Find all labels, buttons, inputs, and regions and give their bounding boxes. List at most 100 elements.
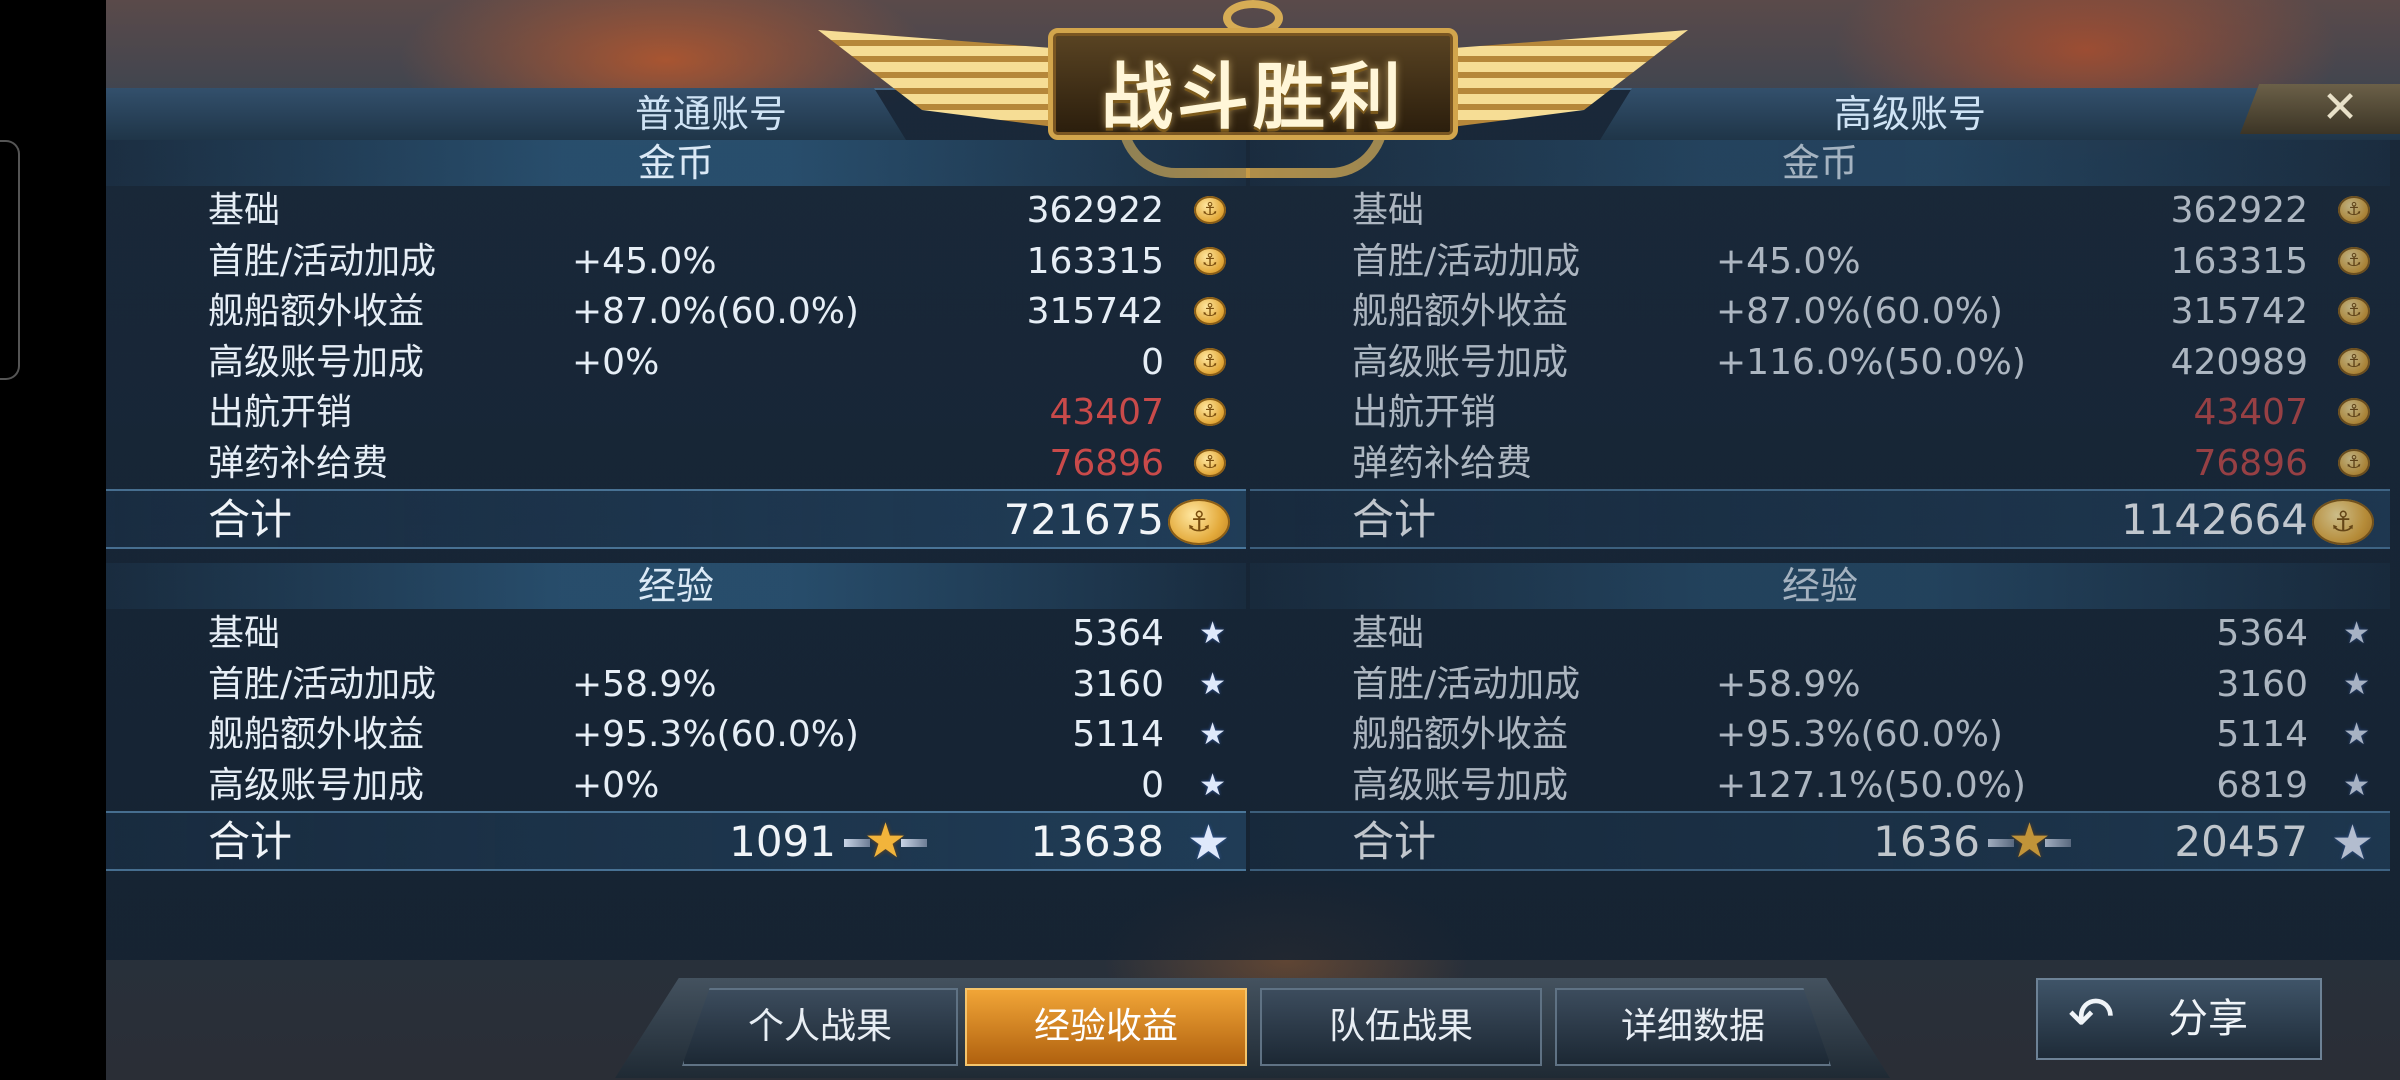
exp-row-label: 基础 [1352, 613, 1425, 654]
tab-experience-earnings[interactable]: 经验收益 [965, 988, 1247, 1066]
gold-row-label: 舰船额外收益 [208, 291, 425, 332]
exp-total-row: 合计 1091 ★ 13638 ★ [106, 811, 1246, 871]
gold-row-value: 43407 [2193, 392, 2308, 433]
exp-row-bonus: +95.3%(60.0%) [1716, 714, 2003, 755]
exp-total-row: 合计 1636 ★ 20457 ★ [1250, 811, 2390, 871]
exp-row-label: 高级账号加成 [1352, 764, 1569, 806]
back-arrow-icon: ↶ [2068, 985, 2115, 1050]
exp-total-medal-value: 1091 [729, 817, 836, 866]
exp-section-header: 经验 [106, 563, 1246, 609]
gold-row: 首胜/活动加成 +45.0% 163315 ⚓ [1250, 237, 2390, 288]
star-icon: ★ [1186, 815, 1230, 871]
gold-row-bonus: +45.0% [1716, 240, 1861, 282]
gold-row-label: 弹药补给费 [208, 442, 389, 484]
tab-personal-results[interactable]: 个人战果 [682, 988, 958, 1066]
gold-section-header: 金币 [106, 140, 1246, 186]
exp-row: 高级账号加成 +0% 0 ★ [106, 761, 1246, 812]
gold-rows: 基础 362922 ⚓ 首胜/活动加成 +45.0% 163315 ⚓ 舰船额外收益 +87.0… [1250, 186, 2390, 489]
premium-account-title: 高级账号 [1833, 92, 1986, 136]
gold-row-value: 163315 [2170, 240, 2308, 282]
gold-row: 弹药补给费 76896 ⚓ [1250, 439, 2390, 490]
gold-rows: 基础 362922 ⚓ 首胜/活动加成 +45.0% 163315 ⚓ 舰船额外收益 +87.0… [106, 186, 1246, 489]
share-label: 分享 [2168, 996, 2248, 1042]
gold-row: 出航开销 43407 ⚓ [1250, 388, 2390, 439]
star-icon: ★ [2343, 616, 2370, 651]
gold-row-value: 76896 [1049, 442, 1164, 484]
star-icon: ★ [1199, 666, 1226, 702]
exp-row: 舰船额外收益 +95.3%(60.0%) 5114 ★ [106, 710, 1246, 761]
victory-title: 战斗胜利 [1100, 55, 1405, 139]
exp-row-bonus: +58.9% [572, 663, 717, 705]
exp-total-medal-value: 1636 [1873, 817, 1980, 866]
normal-account-column: 金币 基础 362922 ⚓ 首胜/活动加成 +45.0% 163315 ⚓ 舰船额外收益 +87… [106, 140, 1246, 871]
gold-row-label: 出航开销 [1352, 392, 1497, 433]
close-icon: ✕ [2321, 82, 2359, 133]
anchor-coin-icon: ⚓ [1194, 347, 1226, 376]
exp-row-value: 3160 [2216, 663, 2308, 705]
gold-row-value: 362922 [2170, 190, 2308, 231]
tab-team-results[interactable]: 队伍战果 [1260, 988, 1542, 1066]
gold-row: 首胜/活动加成 +45.0% 163315 ⚓ [106, 237, 1246, 288]
gold-row-label: 舰船额外收益 [1352, 291, 1569, 332]
exp-row-value: 5364 [1072, 613, 1164, 654]
gold-row-label: 基础 [1352, 190, 1425, 231]
emblem-left-wing [818, 30, 1078, 130]
anchor-coin-icon: ⚓ [1194, 448, 1226, 477]
share-button[interactable]: ↶ 分享 [2036, 978, 2322, 1060]
exp-row: 舰船额外收益 +95.3%(60.0%) 5114 ★ [1250, 710, 2390, 761]
gold-row-value: 163315 [1026, 240, 1164, 282]
gold-row-value: 420989 [2170, 341, 2308, 383]
gold-row-label: 首胜/活动加成 [208, 240, 437, 282]
gold-row-value: 362922 [1026, 190, 1164, 231]
exp-section-header: 经验 [1250, 563, 2390, 609]
gold-row-label: 高级账号加成 [208, 341, 425, 383]
star-icon: ★ [2343, 767, 2370, 803]
gold-row-label: 出航开销 [208, 392, 353, 433]
exp-row-label: 首胜/活动加成 [208, 663, 437, 705]
anchor-coin-icon: ⚓ [1194, 398, 1226, 426]
gold-row: 基础 362922 ⚓ [106, 186, 1246, 237]
gold-row-bonus: +116.0%(50.0%) [1716, 341, 2026, 383]
exp-row-bonus: +127.1%(50.0%) [1716, 764, 2026, 806]
star-icon: ★ [1199, 616, 1226, 651]
anchor-coin-icon: ⚓ [1194, 196, 1226, 224]
exp-total-label: 合计 [1352, 817, 1437, 866]
exp-total-label: 合计 [208, 817, 293, 866]
exp-row: 基础 5364 ★ [106, 609, 1246, 660]
normal-account-header: 普通账号 [106, 88, 906, 140]
exp-rows: 基础 5364 ★ 首胜/活动加成 +58.9% 3160 ★ 舰船额外收益 +95.3%(60… [106, 609, 1246, 811]
exp-total-value: 13638 [1030, 817, 1164, 866]
device-edge [0, 140, 20, 380]
gold-row: 舰船额外收益 +87.0%(60.0%) 315742 ⚓ [1250, 287, 2390, 338]
exp-row-bonus: +0% [572, 764, 660, 806]
exp-row-label: 基础 [208, 613, 281, 654]
gold-total-label: 合计 [208, 495, 293, 544]
gold-row-label: 弹药补给费 [1352, 442, 1533, 484]
star-icon: ★ [2343, 666, 2370, 702]
gold-total-label: 合计 [1352, 495, 1437, 544]
anchor-coin-icon: ⚓ [2338, 347, 2370, 376]
gold-row-bonus: +87.0%(60.0%) [572, 291, 859, 332]
gold-row-bonus: +0% [572, 341, 660, 383]
gold-row-label: 基础 [208, 190, 281, 231]
exp-row-value: 3160 [1072, 663, 1164, 705]
anchor-coin-icon: ⚓ [1194, 297, 1226, 325]
gold-row: 基础 362922 ⚓ [1250, 186, 2390, 237]
gold-total-row: 合计 1142664 ⚓ [1250, 489, 2390, 549]
exp-total-value: 20457 [2174, 817, 2308, 866]
anchor-coin-icon: ⚓ [1194, 246, 1226, 275]
normal-account-title: 普通账号 [634, 92, 787, 136]
gold-row: 出航开销 43407 ⚓ [106, 388, 1246, 439]
anchor-coin-icon: ⚓ [2338, 297, 2370, 325]
tab-detailed-data[interactable]: 详细数据 [1555, 988, 1831, 1066]
exp-row-value: 5114 [2216, 714, 2308, 755]
close-button[interactable]: ✕ [2240, 84, 2400, 134]
anchor-coin-icon: ⚓ [2338, 448, 2370, 477]
gold-total-value: 1142664 [2120, 495, 2308, 544]
exp-row-value: 5364 [2216, 613, 2308, 654]
star-icon: ★ [2330, 815, 2374, 871]
exp-row-value: 6819 [2216, 764, 2308, 806]
exp-row-label: 舰船额外收益 [1352, 714, 1569, 755]
